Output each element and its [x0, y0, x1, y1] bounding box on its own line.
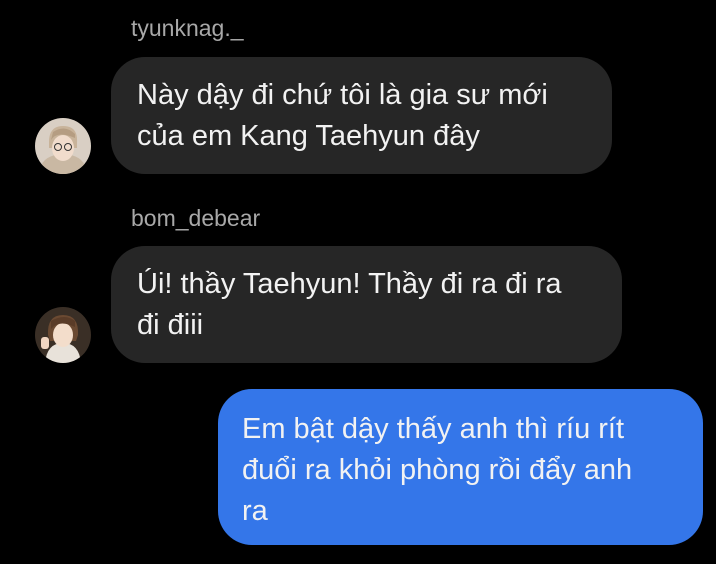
- message-bubble-incoming[interactable]: Úi! thầy Taehyun! Thầy đi ra đi ra đi đi…: [111, 246, 622, 363]
- message-bubble-incoming[interactable]: Này dậy đi chứ tôi là gia sư mới của em …: [111, 57, 612, 174]
- message-line: đuổi ra khỏi phòng rồi đẩy anh: [242, 454, 633, 486]
- message-line: Này dậy đi chứ tôi là gia sư mới: [137, 79, 548, 111]
- message-line: đi điii: [137, 309, 204, 341]
- sender-name: tyunknag._: [131, 15, 244, 41]
- message-line: Úi! thầy Taehyun! Thầy đi ra đi ra: [137, 268, 562, 300]
- avatar-photo-icon: [35, 307, 91, 363]
- sender-name: bom_debear: [131, 205, 261, 231]
- message-line: Em bật dậy thấy anh thì ríu rít: [242, 413, 625, 445]
- message-line: của em Kang Taehyun đây: [137, 120, 480, 152]
- avatar-photo-icon: [35, 118, 91, 174]
- avatar-tyunknag[interactable]: [35, 118, 91, 174]
- message-line: ra: [242, 495, 268, 527]
- avatar-bom-debear[interactable]: [35, 307, 91, 363]
- message-bubble-outgoing[interactable]: Em bật dậy thấy anh thì ríu rít đuổi ra …: [218, 389, 703, 545]
